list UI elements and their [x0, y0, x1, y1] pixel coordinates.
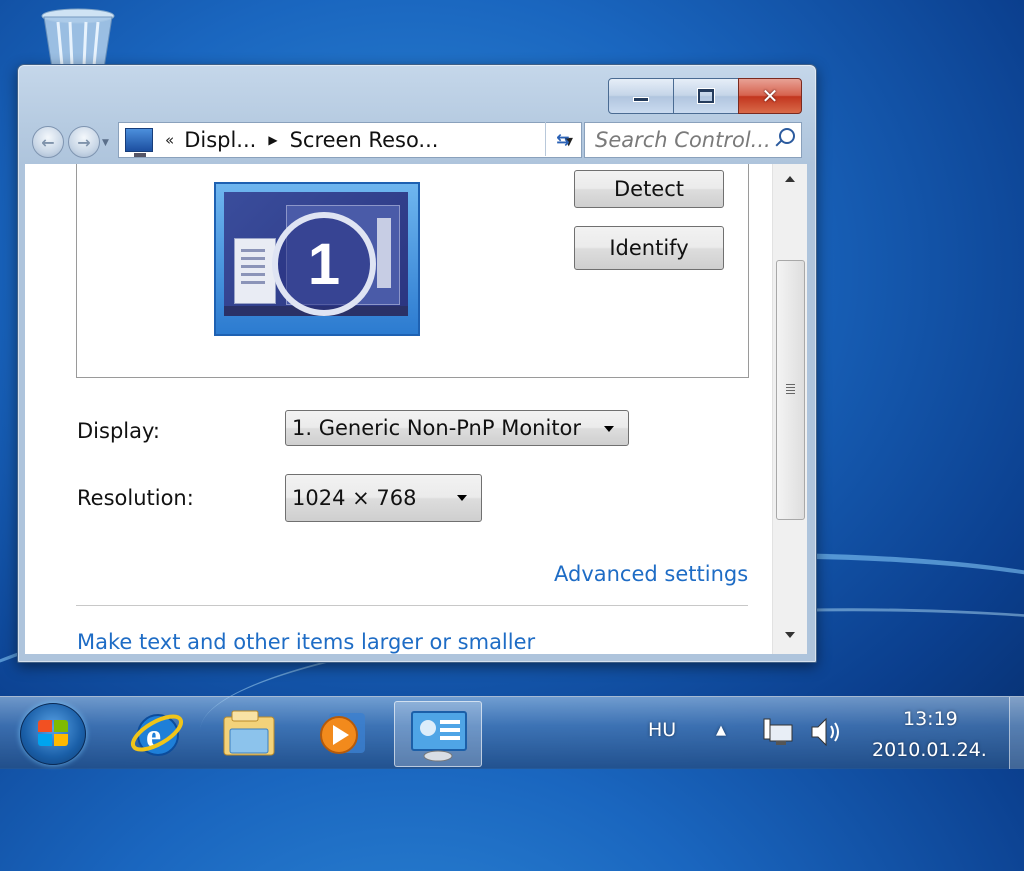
advanced-settings-link[interactable]: Advanced settings: [554, 562, 748, 586]
language-indicator[interactable]: HU: [648, 719, 676, 741]
display-select[interactable]: 1. Generic Non-PnP Monitor: [285, 410, 629, 446]
vertical-scrollbar[interactable]: [772, 164, 807, 654]
search-placeholder[interactable]: Search Control...: [595, 128, 769, 152]
recent-pages-dropdown-icon[interactable]: ▼: [102, 138, 109, 148]
maximize-icon: [698, 89, 714, 103]
refresh-button[interactable]: ⇆: [545, 122, 580, 156]
taskbar: e HU ▲ 13:19 2010.01.24.: [0, 696, 1024, 769]
detect-button[interactable]: Detect: [574, 170, 724, 208]
minimize-icon: [633, 96, 649, 102]
internet-explorer-icon: e: [130, 714, 184, 756]
close-icon: ✕: [761, 84, 779, 108]
scroll-up-icon[interactable]: [785, 176, 795, 182]
close-button[interactable]: ✕: [738, 78, 802, 114]
network-icon[interactable]: [762, 715, 796, 749]
show-desktop-button[interactable]: [1009, 697, 1024, 769]
forward-button[interactable]: →: [68, 126, 100, 158]
caption-buttons: ✕: [608, 78, 802, 114]
breadcrumb-screen-resolution[interactable]: Screen Reso...: [290, 128, 439, 152]
forward-arrow-icon: →: [77, 132, 91, 152]
recycle-bin-icon[interactable]: [40, 8, 116, 69]
chevron-down-icon: [604, 426, 614, 432]
control-panel-display-icon: [125, 128, 153, 157]
volume-icon[interactable]: [808, 715, 848, 749]
content-area: 1 Detect Identify Display: 1. Generic No…: [25, 164, 807, 654]
internet-explorer-button[interactable]: e: [114, 701, 200, 765]
chevron-down-icon: [457, 495, 467, 501]
show-hidden-icons-icon[interactable]: ▲: [716, 723, 726, 738]
resolution-label: Resolution:: [77, 486, 194, 510]
search-icon[interactable]: [779, 128, 795, 144]
breadcrumb-display[interactable]: Displ...: [184, 128, 256, 152]
refresh-icon: ⇆: [556, 129, 570, 149]
back-button[interactable]: ←: [32, 126, 64, 158]
folder-icon: [223, 710, 275, 756]
monitor-sidebar-graphic: [234, 238, 276, 304]
minimize-button[interactable]: [608, 78, 674, 114]
divider: [76, 605, 748, 606]
start-button[interactable]: [20, 703, 86, 765]
monitor-screen: 1: [224, 192, 408, 316]
search-box[interactable]: Search Control...: [584, 122, 802, 158]
clock-date[interactable]: 2010.01.24.: [872, 739, 987, 761]
windows-explorer-button[interactable]: [206, 701, 292, 765]
resolution-select-value: 1024 × 768: [292, 486, 417, 510]
screen-resolution-window: ✕ ← → ▼ « Displ... ▶ Screen Reso... ▼ ⇆ …: [17, 64, 817, 663]
identify-button[interactable]: Identify: [574, 226, 724, 270]
monitor-arrangement-panel: 1 Detect Identify: [76, 164, 749, 378]
maximize-button[interactable]: [673, 78, 739, 114]
media-player-button[interactable]: [298, 701, 384, 765]
back-arrow-icon: ←: [41, 132, 55, 152]
text-size-link[interactable]: Make text and other items larger or smal…: [77, 630, 535, 654]
breadcrumb-overflow[interactable]: «: [165, 131, 174, 149]
display-label: Display:: [77, 419, 160, 443]
clock-time[interactable]: 13:19: [903, 708, 958, 730]
monitor-1-graphic[interactable]: 1: [214, 182, 420, 336]
media-player-icon: [320, 713, 365, 754]
display-select-value: 1. Generic Non-PnP Monitor: [292, 416, 582, 440]
scrollbar-thumb[interactable]: [776, 260, 805, 520]
monitor-number-badge: 1: [272, 212, 376, 316]
resolution-select[interactable]: 1024 × 768: [285, 474, 482, 522]
windows-logo-icon: [38, 720, 52, 732]
display-settings-icon: [411, 711, 467, 762]
scroll-down-icon[interactable]: [785, 632, 795, 638]
breadcrumb-separator-icon[interactable]: ▶: [268, 133, 277, 147]
address-bar[interactable]: « Displ... ▶ Screen Reso... ▼: [118, 122, 582, 158]
navigation-bar: ← → ▼ « Displ... ▶ Screen Reso... ▼ ⇆ Se…: [18, 122, 816, 162]
control-panel-taskbar-button[interactable]: [394, 701, 482, 767]
